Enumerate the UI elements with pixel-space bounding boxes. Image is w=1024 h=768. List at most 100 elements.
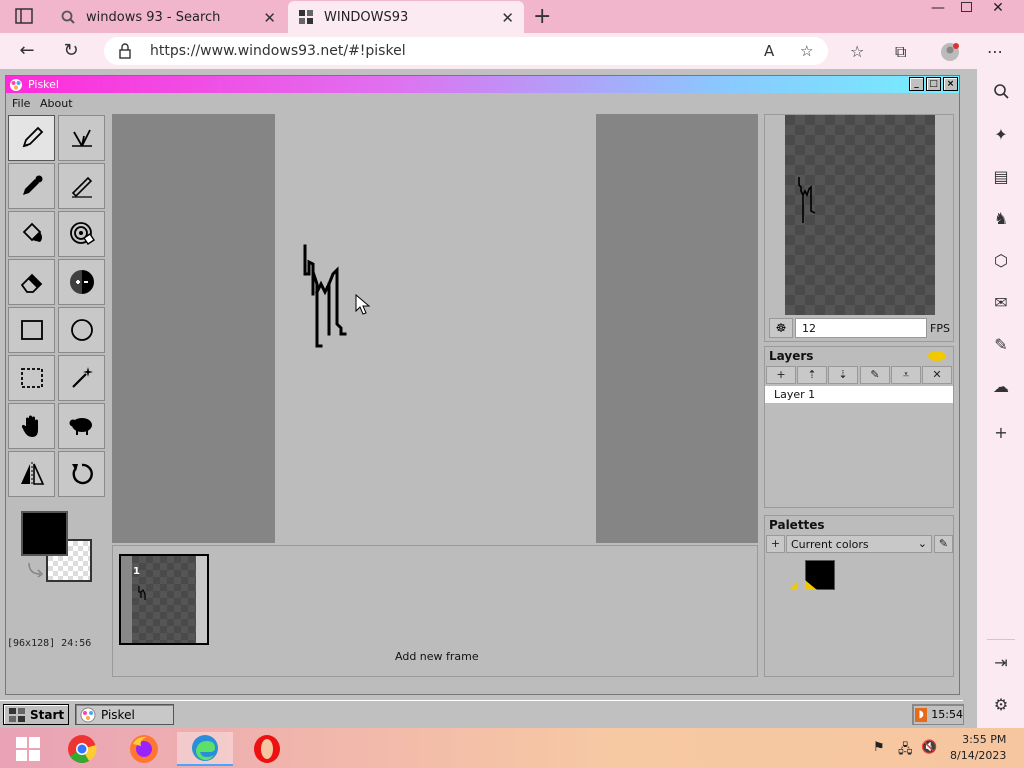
menu-about[interactable]: About (40, 97, 73, 110)
designer-icon[interactable]: ✎ (991, 335, 1011, 355)
copilot-icon[interactable]: ✦ (991, 125, 1011, 145)
chrome-icon[interactable] (54, 732, 110, 766)
read-aloud-icon[interactable]: A (764, 42, 774, 60)
games-icon[interactable]: ♞ (991, 209, 1011, 229)
add-palette-icon[interactable]: + (766, 535, 785, 553)
frame-number: 1 (133, 566, 140, 577)
tab-search[interactable]: windows 93 - Search ✕ (50, 1, 286, 33)
taskbar-piskel[interactable]: Piskel (75, 704, 174, 725)
eraser-icon (20, 273, 42, 293)
pen-icon (22, 126, 43, 148)
vertical-mirror-pen-tool[interactable] (58, 115, 105, 161)
refresh-icon[interactable]: ↻ (60, 40, 82, 62)
search-icon[interactable] (991, 83, 1011, 103)
drawing-area[interactable] (112, 114, 758, 543)
close-tab-icon[interactable]: ✕ (263, 9, 276, 27)
close-tab-icon[interactable]: ✕ (501, 9, 514, 27)
layers-panel: Layers + ⇡ ⇣ ✎ ⩡ ✕ Layer 1 (764, 346, 954, 508)
status-text: [96x128] 24:56 (7, 638, 92, 649)
magic-wand-tool[interactable] (58, 355, 105, 401)
delete-layer-icon[interactable]: ✕ (922, 366, 952, 384)
rotate-tool[interactable] (58, 451, 105, 497)
tab-title: windows 93 - Search (86, 9, 221, 25)
w93-taskbar: Start Piskel ◗ 15:54 (0, 700, 964, 728)
maximize-icon[interactable]: □ (926, 77, 941, 91)
browser-tab-bar: windows 93 - Search ✕ WINDOWS93 ✕ + — ✕ (0, 0, 1024, 33)
move-layer-up-icon[interactable]: ⇡ (797, 366, 827, 384)
layer-item[interactable]: Layer 1 (765, 386, 953, 403)
address-bar[interactable]: https://www.windows93.net/#!piskel A ☆ (104, 37, 828, 65)
settings-icon[interactable]: ⚙ (991, 695, 1011, 715)
volume-muted-icon[interactable]: 🔇 (921, 740, 937, 755)
add-icon[interactable]: + (991, 423, 1011, 443)
paint-bucket-tool[interactable] (8, 211, 55, 257)
onion-skin-icon[interactable]: ☸ (769, 318, 793, 338)
dithering-tool[interactable] (58, 403, 105, 449)
more-options-icon[interactable]: ⋯ (987, 42, 1003, 61)
split-screen-icon[interactable]: ⇥ (991, 653, 1011, 673)
drawing-stroke (303, 244, 347, 348)
paint-bucket-icon (22, 222, 42, 242)
rename-layer-icon[interactable]: ✎ (860, 366, 890, 384)
rss-icon[interactable]: ◗ (915, 707, 928, 722)
primary-color[interactable] (21, 511, 68, 556)
os-clock[interactable]: 3:55 PM 8/14/2023 (950, 732, 1006, 764)
stroke-tool[interactable] (58, 163, 105, 209)
add-new-frame-button[interactable]: Add new frame (395, 650, 479, 663)
outlook-icon[interactable]: ✉ (991, 293, 1011, 313)
circle-tool[interactable] (58, 307, 105, 353)
menu-file[interactable]: File (12, 97, 30, 110)
move-tool[interactable] (8, 403, 55, 449)
windows-start-icon[interactable] (0, 732, 56, 766)
close-icon[interactable]: × (943, 77, 958, 91)
flag-icon[interactable]: ⚑ (873, 740, 885, 755)
m365-icon[interactable]: ⬡ (991, 251, 1011, 271)
edge-sidebar: ✦ ▤ ♞ ⬡ ✉ ✎ ☁ + ⇥ ⚙ (977, 69, 1024, 728)
edge-icon[interactable] (177, 732, 233, 766)
firefox-icon[interactable] (116, 732, 172, 766)
close-window-icon[interactable]: ✕ (982, 0, 1014, 20)
restore-icon[interactable] (950, 0, 982, 20)
circle-icon (70, 319, 93, 341)
frame-thumbnail[interactable]: 1 (119, 554, 209, 645)
lighten-tool[interactable] (58, 259, 105, 305)
paint-same-color-tool[interactable] (58, 211, 105, 257)
merge-layer-icon[interactable]: ⩡ (891, 366, 921, 384)
network-icon[interactable]: 🖧 (898, 740, 913, 762)
rectangle-tool[interactable] (8, 307, 55, 353)
move-layer-down-icon[interactable]: ⇣ (828, 366, 858, 384)
palettes-panel: Palettes + Current colors ⌄ ✎ (764, 515, 954, 677)
selected-color-marker-icon (789, 580, 817, 590)
favorite-add-icon[interactable]: ☆ (800, 42, 813, 60)
pen-tool[interactable] (8, 115, 55, 161)
edit-palette-icon[interactable]: ✎ (934, 535, 953, 553)
task-label: Piskel (101, 707, 135, 722)
fps-input[interactable]: 12 (795, 318, 927, 338)
tab-windows93[interactable]: WINDOWS93 ✕ (288, 1, 524, 33)
tab-actions-icon[interactable] (14, 7, 34, 25)
swap-colors-icon[interactable] (26, 560, 44, 578)
profile-avatar-icon[interactable] (940, 42, 960, 66)
layer-visibility-icon[interactable] (928, 351, 946, 361)
favorites-icon[interactable]: ☆ (850, 42, 864, 61)
collections-icon[interactable]: ⧉ (895, 42, 906, 62)
window-titlebar[interactable]: Piskel _ □ × (6, 76, 959, 93)
lighten-icon (69, 270, 94, 294)
eraser-tool[interactable] (8, 259, 55, 305)
magic-wand-icon (71, 367, 93, 388)
add-layer-icon[interactable]: + (766, 366, 796, 384)
mouse-cursor-icon (355, 294, 371, 315)
rectangle-select-tool[interactable] (8, 355, 55, 401)
tools-icon[interactable]: ▤ (991, 167, 1011, 187)
back-icon[interactable]: ← (16, 40, 38, 62)
palette-select[interactable]: Current colors ⌄ (786, 535, 932, 553)
new-tab-icon[interactable]: + (533, 4, 551, 29)
drawing-canvas[interactable] (275, 114, 596, 543)
w93-tray: ◗ 15:54 (912, 704, 964, 725)
drop-icon[interactable]: ☁ (991, 377, 1011, 397)
flip-tool[interactable] (8, 451, 55, 497)
opera-icon[interactable] (239, 732, 295, 766)
start-button[interactable]: Start (3, 704, 69, 725)
minimize-icon[interactable]: _ (909, 77, 924, 91)
eyedropper-tool[interactable] (8, 163, 55, 209)
